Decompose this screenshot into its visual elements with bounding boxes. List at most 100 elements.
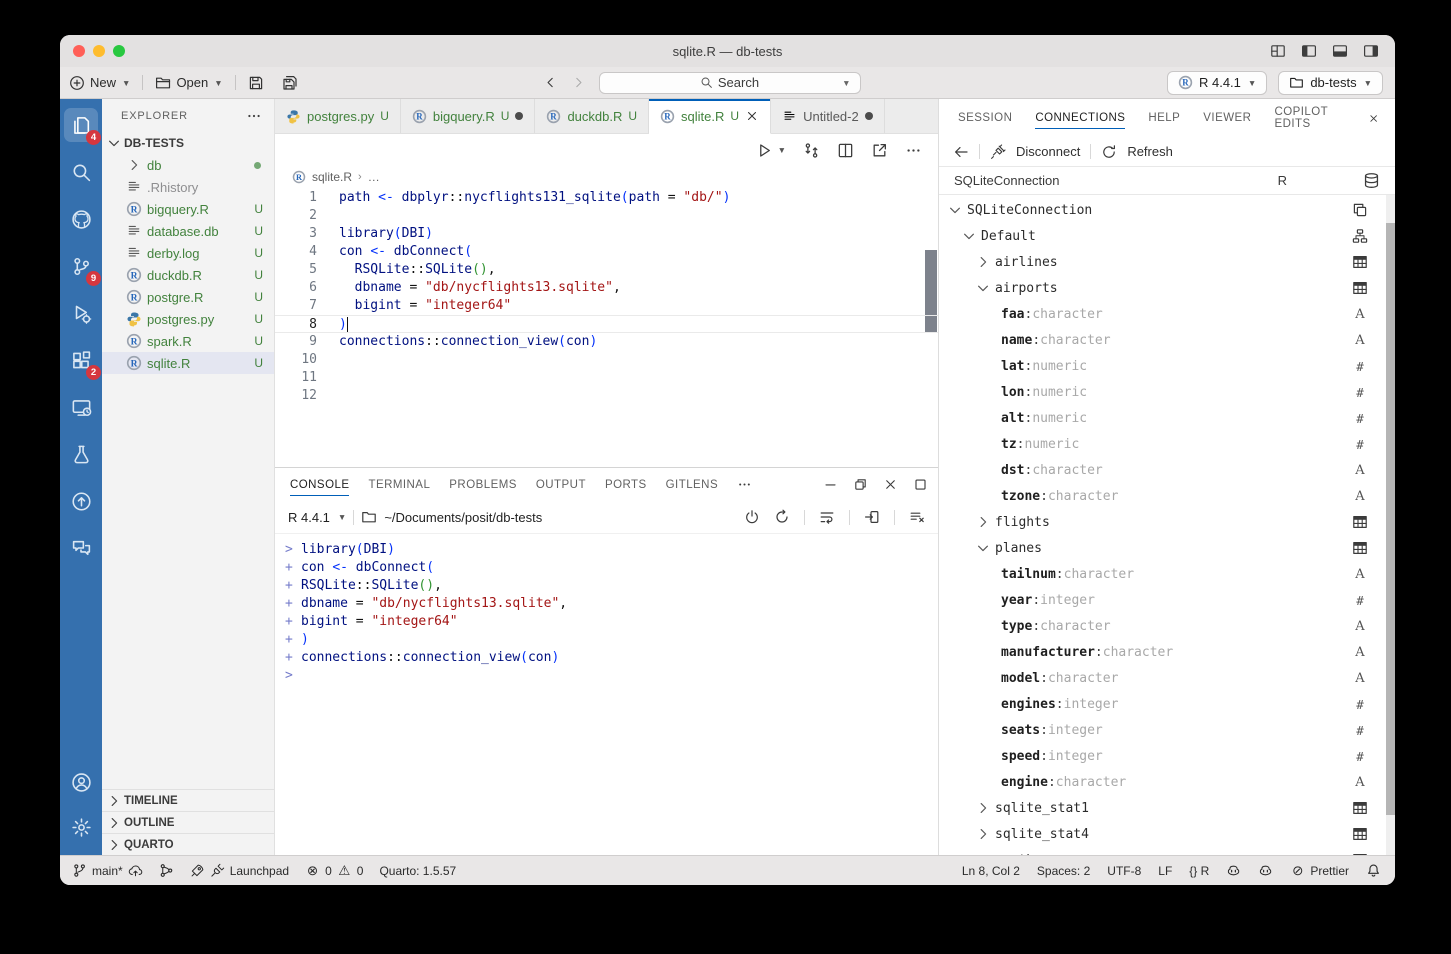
code-line-3[interactable]: 3library(DBI) (275, 225, 938, 243)
right-tab-help[interactable]: HELP (1148, 99, 1180, 137)
panel-tab-problems[interactable]: PROBLEMS (449, 468, 517, 501)
status-language-mode[interactable]: {} R (1189, 864, 1209, 878)
chevron-down-icon[interactable] (975, 540, 991, 556)
field-faa[interactable]: faa : characterA (939, 301, 1395, 327)
chevron-fwd-icon[interactable] (975, 254, 991, 270)
node-Default[interactable]: Default (939, 223, 1395, 249)
status-copilot[interactable] (1226, 863, 1241, 878)
more-icon[interactable] (905, 142, 922, 159)
save-all-button[interactable] (273, 67, 307, 98)
move-to-editor-icon[interactable] (864, 509, 880, 525)
status-copilot-edits[interactable] (1258, 863, 1273, 878)
code-line-12[interactable]: 12 (275, 387, 938, 405)
restart-icon[interactable] (774, 509, 790, 525)
new-button[interactable]: New ▼ (60, 67, 139, 98)
disconnect-button[interactable]: Disconnect (1016, 144, 1080, 159)
toggle-right-sidebar-icon[interactable] (1363, 43, 1379, 59)
code-line-8[interactable]: 8) (275, 315, 938, 333)
activity-search[interactable] (64, 155, 98, 189)
code-line-10[interactable]: 10 (275, 351, 938, 369)
code-line-5[interactable]: 5 RSQLite::SQLite(), (275, 261, 938, 279)
status-problems[interactable]: ⊗0⚠0 (305, 863, 363, 878)
close-window-button[interactable] (73, 45, 85, 57)
chevron-down-icon[interactable] (975, 280, 991, 296)
field-alt[interactable]: alt : numeric# (939, 405, 1395, 431)
sidebar-item-.Rhistory[interactable]: .Rhistory (102, 176, 274, 198)
sidebar-item-database.db[interactable]: database.dbU (102, 220, 274, 242)
sidebar-item-db[interactable]: db (102, 154, 274, 176)
code-line-2[interactable]: 2 (275, 207, 938, 225)
field-manufacturer[interactable]: manufacturer : characterA (939, 639, 1395, 665)
code-editor[interactable]: 1path <- dbplyr::nycflights131_sqlite(pa… (275, 188, 938, 467)
activity-testing[interactable] (64, 437, 98, 471)
open-external-icon[interactable] (871, 142, 888, 159)
node-airports[interactable]: airports (939, 275, 1395, 301)
right-tab-session[interactable]: SESSION (958, 99, 1012, 137)
code-line-4[interactable]: 4con <- dbConnect( (275, 243, 938, 261)
activity-settings[interactable] (64, 810, 98, 844)
chevron-down-icon[interactable] (961, 228, 977, 244)
code-line-1[interactable]: 1path <- dbplyr::nycflights131_sqlite(pa… (275, 189, 938, 207)
node-weather[interactable]: weather (939, 847, 1395, 855)
status-eol[interactable]: LF (1158, 864, 1172, 878)
sidebar-item-postgres.py[interactable]: postgres.pyU (102, 308, 274, 330)
maximize-icon[interactable] (913, 477, 928, 492)
status-prettier[interactable]: ⊘Prettier (1290, 863, 1349, 878)
field-engines[interactable]: engines : integer# (939, 691, 1395, 717)
navigate-back-button[interactable] (543, 75, 558, 90)
section-outline[interactable]: OUTLINE (102, 811, 274, 833)
sidebar-item-bigquery.R[interactable]: Rbigquery.RU (102, 198, 274, 220)
field-tz[interactable]: tz : numeric# (939, 431, 1395, 457)
connection-header-row[interactable]: SQLiteConnection R (939, 167, 1395, 195)
breadcrumb[interactable]: R sqlite.R › … (275, 166, 938, 188)
word-wrap-icon[interactable] (819, 509, 835, 525)
status-git-branch[interactable]: main* (72, 863, 143, 878)
field-name[interactable]: name : characterA (939, 327, 1395, 353)
status-cursor-position[interactable]: Ln 8, Col 2 (962, 864, 1020, 878)
status-launchpad[interactable]: Launchpad (190, 863, 289, 878)
refresh-button[interactable]: Refresh (1127, 144, 1173, 159)
run-button[interactable]: ▼ (756, 142, 786, 159)
restore-icon[interactable] (853, 477, 868, 492)
node-planes[interactable]: planes (939, 535, 1395, 561)
sidebar-item-derby.log[interactable]: derby.logU (102, 242, 274, 264)
r-console[interactable]: >library(DBI)+con <- dbConnect(+RSQLite:… (275, 534, 938, 855)
status-indentation[interactable]: Spaces: 2 (1037, 864, 1090, 878)
status-encoding[interactable]: UTF-8 (1107, 864, 1141, 878)
chevron-fwd-icon[interactable] (975, 826, 991, 842)
sidebar-item-postgre.R[interactable]: Rpostgre.RU (102, 286, 274, 308)
field-tzone[interactable]: tzone : characterA (939, 483, 1395, 509)
tab-sqlite.R[interactable]: Rsqlite.RU (649, 99, 771, 134)
close-icon[interactable] (1368, 111, 1379, 126)
compare-changes-icon[interactable] (803, 142, 820, 159)
status-source-graph[interactable] (159, 863, 174, 878)
panel-tab-terminal[interactable]: TERMINAL (368, 468, 430, 501)
interpreter-selector[interactable]: R R 4.4.1 ▼ (1167, 71, 1267, 95)
search-input[interactable]: Search ▼ (599, 72, 861, 94)
close-icon[interactable] (745, 109, 759, 123)
scrollbar-thumb[interactable] (1386, 223, 1395, 815)
field-seats[interactable]: seats : integer# (939, 717, 1395, 743)
chevron-down-icon[interactable] (947, 202, 963, 218)
more-icon[interactable] (737, 477, 752, 492)
tab-duckdb.R[interactable]: Rduckdb.RU (535, 99, 649, 133)
node-flights[interactable]: flights (939, 509, 1395, 535)
field-lat[interactable]: lat : numeric# (939, 353, 1395, 379)
toggle-left-sidebar-icon[interactable] (1301, 43, 1317, 59)
activity-extensions[interactable]: 2 (64, 343, 98, 377)
close-icon[interactable] (883, 477, 898, 492)
chevron-fwd-icon[interactable] (975, 514, 991, 530)
code-line-9[interactable]: 9connections::connection_view(con) (275, 333, 938, 351)
sidebar-item-sqlite.R[interactable]: Rsqlite.RU (102, 352, 274, 374)
tab-bigquery.R[interactable]: Rbigquery.RU (401, 99, 536, 133)
field-model[interactable]: model : characterA (939, 665, 1395, 691)
field-dst[interactable]: dst : characterA (939, 457, 1395, 483)
workspace-selector[interactable]: db-tests ▼ (1278, 71, 1383, 95)
panel-tab-ports[interactable]: PORTS (605, 468, 647, 501)
activity-remote-explorer[interactable] (64, 390, 98, 424)
minimize-icon[interactable] (823, 477, 838, 492)
tab-Untitled-2[interactable]: Untitled-2 (771, 99, 885, 133)
field-speed[interactable]: speed : integer# (939, 743, 1395, 769)
more-actions-icon[interactable] (246, 108, 262, 124)
zoom-window-button[interactable] (113, 45, 125, 57)
